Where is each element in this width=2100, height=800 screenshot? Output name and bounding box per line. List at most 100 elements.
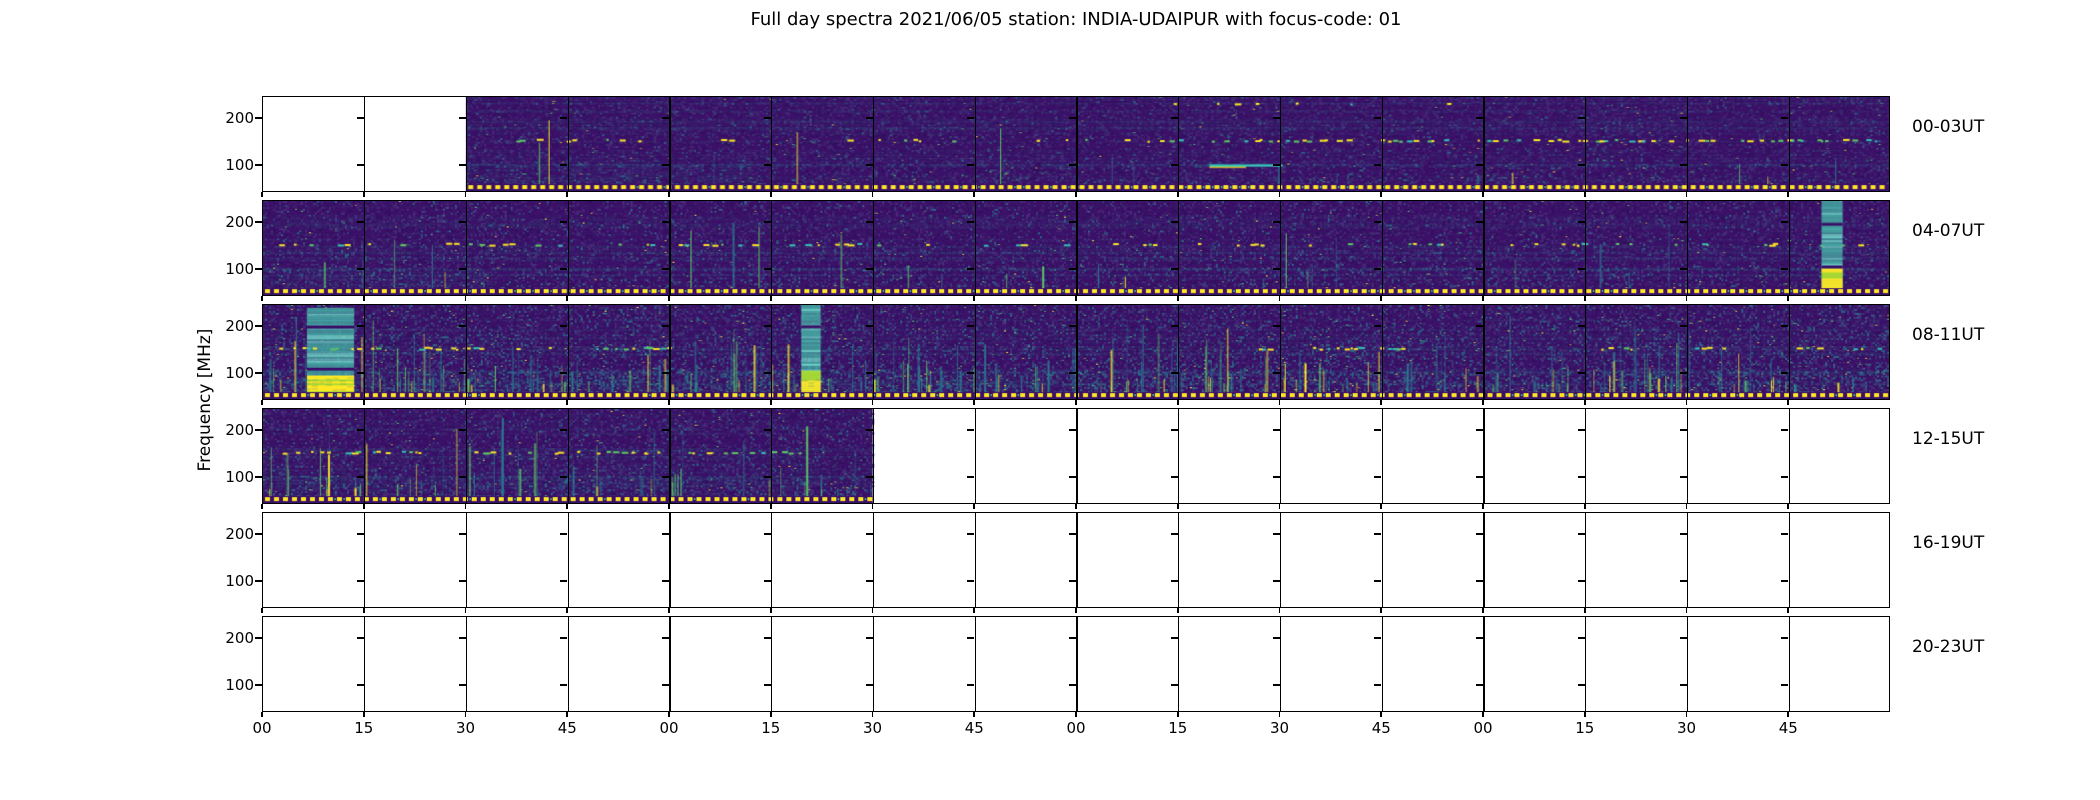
y-tick-mark [662, 325, 669, 327]
y-tick-mark [662, 117, 669, 119]
y-tick-mark [1476, 580, 1483, 582]
x-tick-mark [261, 608, 263, 613]
x-tick-mark [464, 504, 467, 509]
panel-divider [567, 617, 569, 711]
y-tick-mark [1577, 684, 1585, 686]
panel-divider [1178, 305, 1180, 399]
y-tick-mark [662, 164, 669, 166]
row-label: 00-03UT [1912, 117, 1985, 137]
y-tick-mark [1374, 637, 1382, 639]
x-tick-label: 00 [659, 719, 679, 737]
y-tick-mark [763, 429, 771, 431]
x-tick-mark [261, 192, 263, 197]
y-tick-mark [1679, 429, 1687, 431]
y-tick-mark [662, 533, 669, 535]
y-tick-mark [1577, 533, 1585, 535]
panel-divider [872, 201, 875, 295]
x-tick-mark [1583, 400, 1586, 405]
y-axis-label: Frequency [MHz] [195, 328, 215, 472]
y-tick-mark [560, 221, 568, 223]
x-tick-mark [1278, 712, 1281, 717]
y-tick-mark [560, 164, 568, 166]
panel-divider [1381, 201, 1383, 295]
y-tick-mark [1170, 580, 1178, 582]
y-tick-mark [1781, 637, 1789, 639]
y-tick-label: 100 [225, 572, 254, 591]
panel-divider [465, 305, 468, 399]
y-tick-mark [967, 164, 975, 166]
spectrogram-row [262, 304, 1890, 400]
panel-divider [567, 201, 569, 295]
y-tick-mark [255, 684, 262, 686]
panel-divider [364, 409, 366, 503]
x-tick-mark [1176, 608, 1179, 613]
panel-divider [1178, 617, 1180, 711]
y-tick-mark [763, 117, 771, 119]
y-tick-mark [1272, 268, 1280, 270]
panel-divider [1788, 513, 1790, 607]
y-tick-mark [1781, 580, 1789, 582]
y-tick-mark [458, 372, 466, 374]
y-tick-mark [356, 533, 364, 535]
panel-divider [1178, 201, 1180, 295]
y-tick-label: 200 [225, 629, 254, 648]
panel-divider [1279, 305, 1282, 399]
panel-divider [364, 201, 366, 295]
x-tick-mark [1380, 296, 1383, 301]
x-tick-mark [973, 608, 976, 613]
y-tick-mark [763, 325, 771, 327]
y-tick-mark [1069, 476, 1076, 478]
x-tick-mark [1685, 504, 1688, 509]
x-tick-mark [668, 504, 670, 509]
x-tick-mark [1583, 608, 1586, 613]
panel-divider [1483, 305, 1485, 399]
x-tick-mark [668, 296, 670, 301]
y-tick-mark [1374, 580, 1382, 582]
y-tick-label: 100 [225, 676, 254, 695]
x-tick-mark [1380, 192, 1383, 197]
y-tick-mark [1374, 533, 1382, 535]
y-tick-mark [1679, 164, 1687, 166]
y-tick-mark [1476, 533, 1483, 535]
y-tick-mark [1272, 684, 1280, 686]
x-tick-mark [871, 296, 874, 301]
x-tick-mark [1482, 400, 1484, 405]
panel-divider [1483, 97, 1485, 191]
panel-divider [1686, 201, 1689, 295]
panel-divider [364, 513, 366, 607]
y-tick-mark [255, 117, 262, 119]
x-tick-label: 30 [1676, 719, 1697, 737]
y-tick-mark [255, 325, 262, 327]
y-tick-mark [356, 164, 364, 166]
y-tick-mark [763, 221, 771, 223]
x-tick-mark [1075, 192, 1077, 197]
y-tick-mark [458, 164, 466, 166]
x-tick-mark [1685, 192, 1688, 197]
x-tick-mark [1685, 296, 1688, 301]
y-tick-mark [1781, 429, 1789, 431]
x-tick-mark [1482, 296, 1484, 301]
panel-divider [974, 513, 976, 607]
y-tick-mark [1374, 117, 1382, 119]
y-tick-mark [356, 268, 364, 270]
y-tick-mark [1476, 268, 1483, 270]
y-tick-mark [1069, 429, 1076, 431]
y-tick-mark [967, 684, 975, 686]
y-tick-mark [967, 268, 975, 270]
panel-divider [567, 305, 569, 399]
panel-divider [364, 617, 366, 711]
x-tick-mark [1583, 296, 1586, 301]
x-tick-mark [464, 192, 467, 197]
y-tick-mark [255, 533, 262, 535]
panel-divider [771, 305, 773, 399]
panel-divider [1178, 97, 1180, 191]
y-tick-mark [865, 533, 873, 535]
y-tick-mark [865, 637, 873, 639]
x-tick-mark [973, 400, 976, 405]
y-tick-mark [662, 684, 669, 686]
x-tick-mark [973, 192, 976, 197]
y-tick-mark [1781, 117, 1789, 119]
y-tick-mark [1679, 117, 1687, 119]
y-tick-mark [255, 580, 262, 582]
y-tick-mark [763, 580, 771, 582]
